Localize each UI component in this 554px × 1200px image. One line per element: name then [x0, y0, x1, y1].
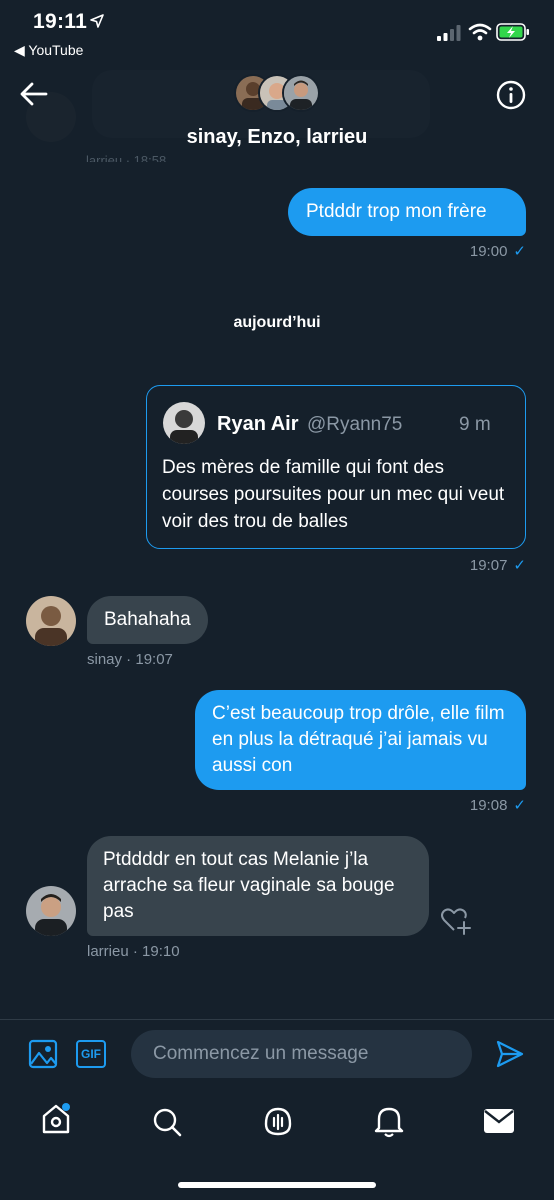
message-sender-meta: larrieu · 19:10	[87, 943, 180, 960]
message-bubble-incoming[interactable]: Ptddddr en tout cas Melanie j’la arrache…	[87, 836, 429, 936]
status-time: 19:11	[33, 10, 88, 33]
quoted-tweet-card[interactable]: Ryan Air @Ryann75 9 m Des mères de famil…	[146, 385, 526, 549]
envelope-icon[interactable]	[483, 1107, 515, 1135]
message-sender-meta: sinay · 19:07	[87, 651, 173, 668]
message-composer[interactable]	[131, 1030, 475, 1078]
date-separator: aujourd’hui	[233, 314, 321, 331]
message-text: Ptddddr en tout cas Melanie j’la arrache…	[103, 849, 395, 922]
battery-charging-icon	[496, 23, 529, 41]
message-timestamp: 19:00 ✓	[469, 243, 526, 260]
send-icon[interactable]	[495, 1039, 525, 1069]
quoted-tweet-age: 9 m	[459, 414, 491, 435]
back-to-app-link[interactable]: ◀ YouTube	[14, 42, 83, 59]
heart-plus-icon[interactable]	[440, 906, 472, 936]
avatar-larrieu	[282, 74, 320, 112]
message-timestamp: 19:08 ✓	[469, 797, 526, 814]
microphone-icon[interactable]	[261, 1104, 295, 1138]
quoted-author-name[interactable]: Ryan Air	[217, 413, 299, 436]
avatar-larrieu[interactable]	[26, 886, 76, 936]
message-text: Bahahaha	[104, 609, 191, 630]
partial-message-meta: larrieu · 18:58	[86, 153, 167, 162]
message-bubble-outgoing[interactable]: Ptdddr trop mon frère	[288, 188, 526, 236]
quoted-tweet-text: Des mères de famille qui font des course…	[162, 457, 505, 532]
quoted-author-handle[interactable]: @Ryann75	[307, 414, 402, 436]
location-arrow-icon	[90, 14, 104, 28]
composer-divider	[0, 1019, 554, 1020]
avatar-ryan-air	[163, 402, 205, 444]
sent-check-icon: ✓	[513, 797, 526, 814]
message-timestamp: 19:07 ✓	[469, 557, 526, 574]
cellular-signal-icon	[437, 25, 461, 41]
wifi-icon	[468, 23, 492, 41]
home-indicator[interactable]	[178, 1182, 376, 1188]
gif-label: GIF	[81, 1047, 101, 1061]
arrow-left-icon[interactable]	[18, 80, 50, 108]
bell-icon[interactable]	[373, 1104, 405, 1138]
avatar-sinay[interactable]	[26, 596, 76, 646]
message-input[interactable]	[131, 1030, 475, 1078]
image-icon[interactable]	[28, 1039, 60, 1069]
search-icon[interactable]	[151, 1106, 183, 1138]
conversation-title[interactable]: sinay, Enzo, larrieu	[0, 126, 554, 149]
message-bubble-incoming[interactable]: Bahahaha	[87, 596, 208, 644]
info-icon[interactable]	[495, 79, 527, 111]
conversation-avatars[interactable]	[234, 74, 320, 114]
message-text: Ptdddr trop mon frère	[306, 201, 487, 222]
sent-check-icon: ✓	[513, 557, 526, 574]
home-icon[interactable]	[40, 1102, 74, 1136]
message-text: C’est beaucoup trop drôle, elle film en …	[212, 703, 505, 776]
message-bubble-outgoing[interactable]: C’est beaucoup trop drôle, elle film en …	[195, 690, 526, 790]
sent-check-icon: ✓	[513, 243, 526, 260]
gif-icon[interactable]: GIF	[76, 1040, 106, 1068]
